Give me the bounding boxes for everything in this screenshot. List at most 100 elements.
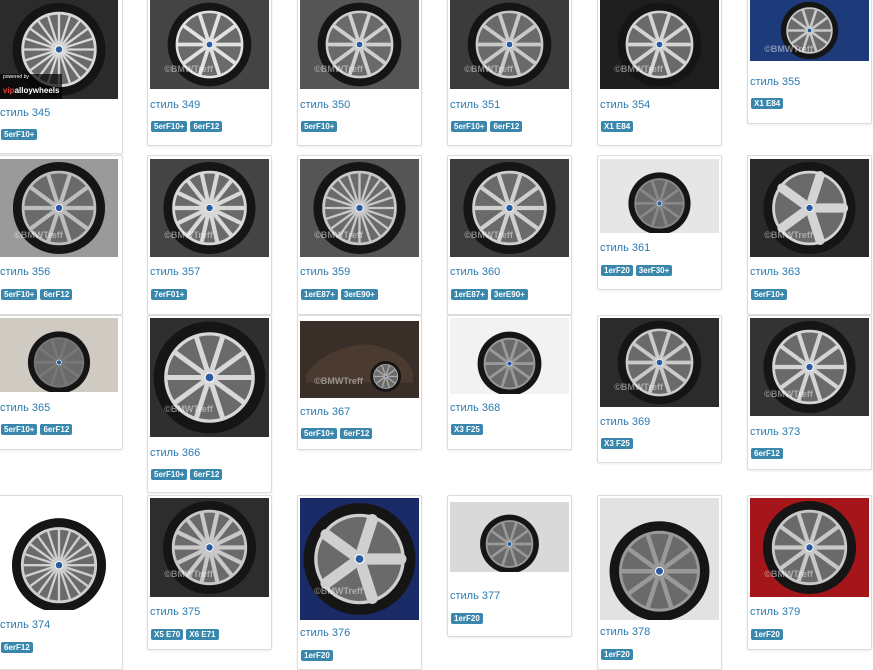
- model-badges: 5erF10+ 6erF12: [151, 469, 223, 480]
- model-badge[interactable]: 6erF12: [1, 642, 33, 653]
- model-badge[interactable]: 1erF20: [751, 629, 783, 640]
- wheel-style-title[interactable]: стиль 373: [750, 426, 800, 439]
- wheel-style-title[interactable]: стиль 369: [600, 416, 650, 429]
- model-badge[interactable]: 5erF10+: [751, 289, 788, 300]
- model-badge[interactable]: X1 E84: [751, 98, 784, 109]
- model-badge[interactable]: X3 F25: [451, 424, 483, 435]
- wheel-photo[interactable]: ©BMWTreff: [750, 159, 869, 257]
- watermark-text: ©BMWTreff: [314, 585, 363, 596]
- wheel-photo[interactable]: ©BMWTreff: [600, 0, 719, 89]
- model-badges: X5 E70 X6 E71: [151, 629, 219, 640]
- wheel-style-title[interactable]: стиль 379: [750, 606, 800, 619]
- wheel-photo[interactable]: [450, 318, 569, 394]
- wheel-photo[interactable]: ©BMWTreff: [300, 321, 419, 398]
- model-badge[interactable]: 5erF10+: [1, 289, 38, 300]
- model-badge[interactable]: 6erF12: [340, 428, 373, 439]
- wheel-photo[interactable]: ©BMWTreff: [300, 159, 419, 257]
- model-badge[interactable]: 6erF12: [190, 469, 223, 480]
- model-badge[interactable]: 5erF10+: [301, 121, 338, 132]
- wheel-style-title[interactable]: стиль 349: [150, 99, 200, 112]
- model-badge[interactable]: X5 E70: [151, 629, 184, 640]
- wheel-photo[interactable]: ©BMWTreff: [300, 0, 419, 89]
- model-badge[interactable]: 5erF10+: [151, 121, 188, 132]
- wheel-photo[interactable]: ©BMWTreff: [750, 318, 869, 416]
- model-badge[interactable]: X6 E71: [186, 629, 219, 640]
- wheel-photo[interactable]: ©BMWTreff: [0, 159, 118, 257]
- wheel-photo[interactable]: [0, 318, 118, 392]
- model-badge[interactable]: 5erF10+: [151, 469, 188, 480]
- wheel-style-title[interactable]: стиль 367: [300, 406, 350, 419]
- model-badge[interactable]: 1erE87+: [451, 289, 488, 300]
- model-badges: 5erF10+ 6erF12: [301, 428, 373, 439]
- wheel-photo-graphic: [750, 159, 869, 257]
- wheel-style-title[interactable]: стиль 356: [0, 266, 50, 279]
- wheel-style-title[interactable]: стиль 366: [150, 447, 200, 460]
- wheel-style-title[interactable]: стиль 354: [600, 99, 650, 112]
- wheel-style-title[interactable]: стиль 378: [600, 626, 650, 639]
- watermark-text: ©BMWTreff: [164, 64, 213, 75]
- wheel-style-title[interactable]: стиль 359: [300, 266, 350, 279]
- wheel-style-title[interactable]: стиль 345: [0, 107, 50, 120]
- wheel-style-title[interactable]: стиль 357: [150, 266, 200, 279]
- wheel-photo[interactable]: [0, 498, 118, 610]
- vipalloywheels-logo: powered by vipalloywheels: [0, 74, 63, 99]
- model-badge[interactable]: 1erF20: [601, 265, 633, 276]
- model-badge[interactable]: 1erE87+: [301, 289, 338, 300]
- wheel-photo-graphic: [600, 0, 719, 89]
- wheel-style-title[interactable]: стиль 360: [450, 266, 500, 279]
- wheel-photo-graphic: [450, 318, 569, 394]
- watermark-text: ©BMWTreff: [314, 376, 363, 387]
- wheel-photo-graphic: [600, 159, 719, 233]
- wheel-photo[interactable]: ©BMWTreff: [450, 0, 569, 89]
- wheel-photo[interactable]: ©BMWTreff: [150, 318, 269, 437]
- watermark-text: ©BMWTreff: [164, 229, 213, 240]
- wheel-photo[interactable]: powered by vipalloywheels: [0, 0, 118, 99]
- model-badge[interactable]: 6erF12: [751, 448, 783, 459]
- wheel-photo[interactable]: ©BMWTreff: [750, 0, 869, 61]
- wheel-style-title[interactable]: стиль 375: [150, 606, 200, 619]
- model-badge[interactable]: 6erF12: [490, 121, 523, 132]
- model-badge[interactable]: 5erF10+: [451, 121, 488, 132]
- model-badge[interactable]: 7erF01+: [151, 289, 188, 300]
- wheel-photo[interactable]: ©BMWTreff: [450, 159, 569, 257]
- model-badge[interactable]: 3erE90+: [340, 289, 378, 300]
- model-badge[interactable]: X3 F25: [601, 438, 633, 449]
- wheel-photo[interactable]: ©BMWTreff: [150, 498, 269, 597]
- wheel-style-title[interactable]: стиль 377: [450, 590, 500, 603]
- model-badge[interactable]: 5erF10+: [1, 129, 38, 140]
- model-badge[interactable]: 6erF12: [40, 424, 73, 435]
- model-badge[interactable]: 5erF10+: [1, 424, 38, 435]
- wheel-style-title[interactable]: стиль 350: [300, 99, 350, 112]
- wheel-style-title[interactable]: стиль 361: [600, 242, 650, 255]
- wheel-photo[interactable]: [450, 502, 569, 572]
- wheel-style-title[interactable]: стиль 368: [450, 402, 500, 415]
- model-badge[interactable]: 5erF10+: [301, 428, 338, 439]
- model-badge[interactable]: 6erF12: [40, 289, 73, 300]
- model-badge[interactable]: 3erF30+: [635, 265, 673, 276]
- wheel-photo[interactable]: [600, 159, 719, 233]
- wheel-photo[interactable]: [600, 498, 719, 620]
- wheel-style-title[interactable]: стиль 355: [750, 76, 800, 89]
- model-badges: X3 F25: [601, 438, 633, 449]
- wheel-photo[interactable]: ©BMWTreff: [150, 0, 269, 89]
- wheel-photo-graphic: [300, 159, 419, 257]
- wheel-photo[interactable]: ©BMWTreff: [600, 318, 719, 407]
- wheel-style-title[interactable]: стиль 365: [0, 402, 50, 415]
- model-badge[interactable]: 1erF20: [451, 613, 483, 624]
- wheel-photo[interactable]: ©BMWTreff: [150, 159, 269, 257]
- model-badge[interactable]: 1erF20: [301, 650, 333, 661]
- wheel-photo[interactable]: ©BMWTreff: [300, 498, 419, 620]
- wheel-photo-graphic: [300, 0, 419, 89]
- model-badge[interactable]: 1erF20: [601, 649, 633, 660]
- watermark-text: ©BMWTreff: [164, 569, 213, 580]
- wheel-style-title[interactable]: стиль 374: [0, 619, 50, 632]
- watermark-text: ©BMWTreff: [464, 229, 513, 240]
- wheel-photo[interactable]: ©BMWTreff: [750, 498, 869, 597]
- model-badge[interactable]: 6erF12: [190, 121, 223, 132]
- wheel-style-title[interactable]: стиль 351: [450, 99, 500, 112]
- model-badges: 6erF12: [1, 642, 33, 653]
- wheel-style-title[interactable]: стиль 363: [750, 266, 800, 279]
- model-badge[interactable]: X1 E84: [601, 121, 634, 132]
- model-badge[interactable]: 3erE90+: [490, 289, 528, 300]
- wheel-style-title[interactable]: стиль 376: [300, 627, 350, 640]
